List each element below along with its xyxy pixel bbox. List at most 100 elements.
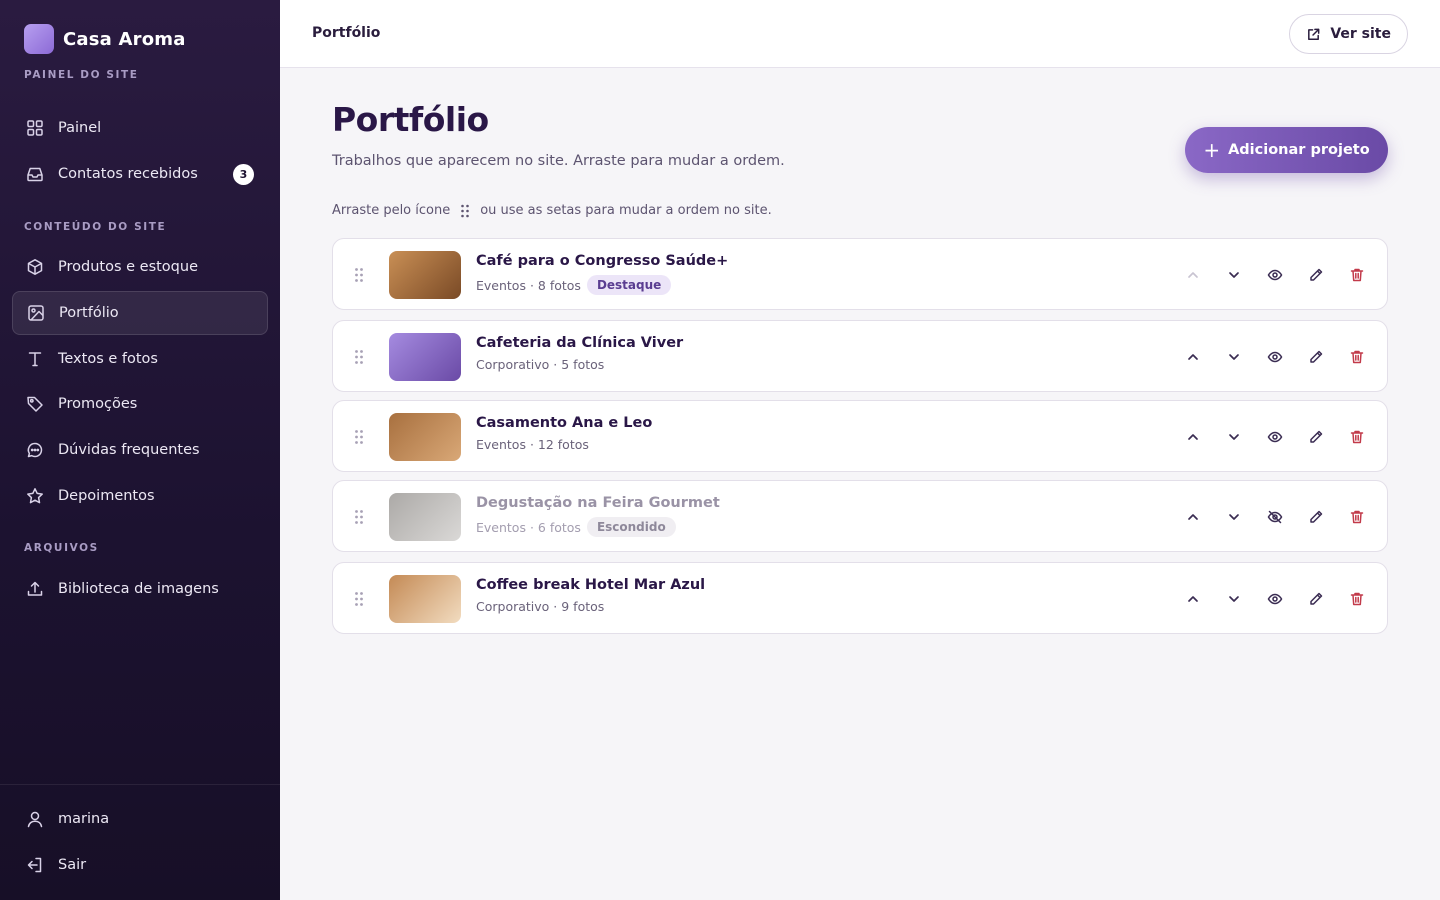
project-info: Casamento Ana e Leo Eventos · 12 fotos [476,415,652,452]
project-title[interactable]: Degustação na Feira Gourmet [476,495,720,511]
pencil-icon [1308,267,1324,283]
edit-button[interactable] [1300,583,1332,615]
project-meta: Corporativo · 9 fotos [476,599,605,614]
toggle-visibility-button[interactable] [1259,421,1291,453]
delete-button[interactable] [1341,259,1373,291]
logout-icon [26,856,44,874]
sidebar-item-label: Promoções [58,396,138,412]
move-down-button[interactable] [1218,259,1250,291]
user-menu[interactable]: marina [12,797,268,841]
reorder-hint: Arraste pelo ícone ou use as setas para … [332,203,772,218]
move-down-button[interactable] [1218,583,1250,615]
view-site-label: Ver site [1330,26,1391,42]
breadcrumb: Portfólio [312,25,381,41]
edit-button[interactable] [1300,259,1332,291]
project-title[interactable]: Coffee break Hotel Mar Azul [476,577,705,593]
sidebar-item-label: Produtos e estoque [58,259,198,275]
project-card[interactable]: Casamento Ana e Leo Eventos · 12 fotos [332,400,1388,472]
sidebar-item-label: Dúvidas frequentes [58,442,200,458]
project-meta: Eventos · 12 fotos [476,437,589,452]
project-thumbnail [389,333,461,381]
drag-handle-icon[interactable] [350,265,368,285]
eye-icon [1267,591,1283,607]
move-up-button[interactable] [1177,259,1209,291]
drag-handle-icon[interactable] [350,589,368,609]
project-info: Degustação na Feira Gourmet Eventos · 6 … [476,495,720,537]
move-up-button[interactable] [1177,421,1209,453]
sidebar-item-label: Portfólio [59,305,119,321]
sidebar-subtitle: PAINEL DO SITE [24,69,139,81]
drag-handle-icon[interactable] [350,427,368,447]
sidebar-item-portfolio[interactable]: Portfólio [12,291,268,335]
sidebar-item-depoimentos[interactable]: Depoimentos [12,474,268,518]
toggle-visibility-button[interactable] [1259,259,1291,291]
edit-button[interactable] [1300,501,1332,533]
hint-text-after: ou use as setas para mudar a ordem no si… [480,203,772,218]
project-card[interactable]: Cafeteria da Clínica Viver Corporativo ·… [332,320,1388,392]
unread-count-badge: 3 [233,163,254,185]
sidebar-item-label: Textos e fotos [58,351,158,367]
move-up-button[interactable] [1177,583,1209,615]
chevron-up-icon [1185,509,1201,525]
project-meta-row: Eventos · 8 fotos Destaque [476,275,728,295]
delete-button[interactable] [1341,583,1373,615]
sidebar-item-contatos[interactable]: Contatos recebidos 3 [12,152,268,196]
edit-button[interactable] [1300,341,1332,373]
project-meta-row: Corporativo · 9 fotos [476,599,705,614]
project-actions [1168,259,1373,291]
user-icon [26,810,44,828]
grip-icon [460,204,470,218]
sidebar-item-produtos[interactable]: Produtos e estoque [12,245,268,289]
chevron-up-icon [1185,591,1201,607]
sidebar-item-duvidas[interactable]: Dúvidas frequentes [12,428,268,472]
featured-badge: Destaque [586,275,672,295]
move-down-button[interactable] [1218,341,1250,373]
inbox-icon [26,165,44,183]
eye-off-icon [1267,509,1283,525]
move-down-button[interactable] [1218,501,1250,533]
section-label-content: CONTEÚDO DO SITE [24,221,167,233]
brand[interactable]: Casa Aroma [24,24,186,54]
add-project-label: Adicionar projeto [1228,142,1370,158]
project-actions [1168,501,1373,533]
chevron-down-icon [1226,267,1242,283]
delete-button[interactable] [1341,421,1373,453]
sidebar-divider [0,784,280,785]
move-down-button[interactable] [1218,421,1250,453]
sidebar-item-painel[interactable]: Painel [12,106,268,150]
delete-button[interactable] [1341,341,1373,373]
chevron-up-icon [1185,429,1201,445]
chevron-up-icon [1185,267,1201,283]
eye-icon [1267,267,1283,283]
project-thumbnail [389,575,461,623]
view-site-button[interactable]: Ver site [1289,14,1408,54]
edit-button[interactable] [1300,421,1332,453]
chat-icon [26,441,44,459]
drag-handle-icon[interactable] [350,347,368,367]
toggle-visibility-button[interactable] [1259,341,1291,373]
project-card[interactable]: Café para o Congresso Saúde+ Eventos · 8… [332,238,1388,310]
sidebar-item-promocoes[interactable]: Promoções [12,382,268,426]
project-card[interactable]: Degustação na Feira Gourmet Eventos · 6 … [332,480,1388,552]
pencil-icon [1308,509,1324,525]
chevron-down-icon [1226,591,1242,607]
grid-icon [26,119,44,137]
project-card[interactable]: Coffee break Hotel Mar Azul Corporativo … [332,562,1388,634]
sidebar-item-label: Painel [58,120,102,136]
logout-button[interactable]: Sair [12,843,268,887]
trash-icon [1349,349,1365,365]
toggle-visibility-button[interactable] [1259,583,1291,615]
toggle-visibility-button[interactable] [1259,501,1291,533]
drag-handle-icon[interactable] [350,507,368,527]
sidebar-item-textos[interactable]: Textos e fotos [12,337,268,381]
project-info: Coffee break Hotel Mar Azul Corporativo … [476,577,705,614]
project-title[interactable]: Café para o Congresso Saúde+ [476,253,728,269]
chevron-down-icon [1226,429,1242,445]
move-up-button[interactable] [1177,501,1209,533]
delete-button[interactable] [1341,501,1373,533]
project-title[interactable]: Casamento Ana e Leo [476,415,652,431]
sidebar-item-biblioteca[interactable]: Biblioteca de imagens [12,567,268,611]
move-up-button[interactable] [1177,341,1209,373]
add-project-button[interactable]: + Adicionar projeto [1185,127,1388,173]
project-title[interactable]: Cafeteria da Clínica Viver [476,335,683,351]
